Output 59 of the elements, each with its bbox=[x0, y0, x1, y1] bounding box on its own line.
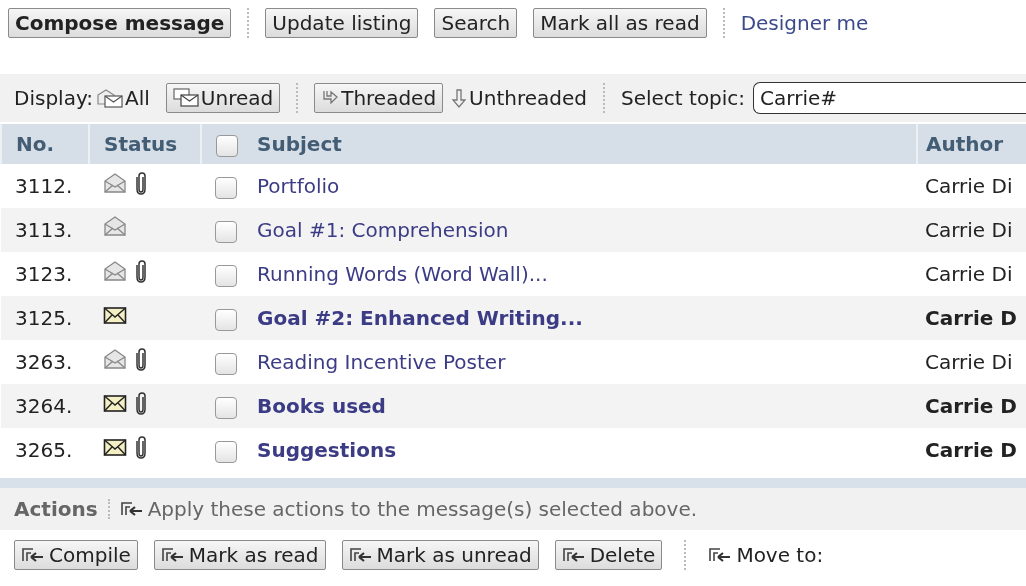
author-cell: Carrie Di bbox=[917, 340, 1026, 384]
subject-link[interactable]: Books used bbox=[257, 394, 386, 418]
toolbar-button[interactable]: Mark all as read bbox=[533, 8, 707, 38]
designer-link[interactable]: Designer me bbox=[740, 8, 869, 38]
message-number: 3263. bbox=[1, 340, 89, 384]
author-cell: Carrie D bbox=[917, 384, 1026, 428]
author-cell: Carrie Di bbox=[917, 252, 1026, 296]
row-checkbox[interactable] bbox=[215, 264, 237, 287]
filter-option[interactable]: All bbox=[97, 83, 150, 113]
message-number: 3113. bbox=[1, 208, 89, 252]
topic-select[interactable]: Carrie# bbox=[753, 82, 1026, 114]
row-checkbox[interactable] bbox=[215, 396, 237, 419]
action-button[interactable]: Delete bbox=[554, 540, 663, 570]
display-label: Display: bbox=[14, 85, 93, 112]
select-all-checkbox[interactable] bbox=[216, 134, 238, 157]
action-arrow-icon bbox=[561, 547, 586, 563]
envelopes-icon bbox=[97, 88, 123, 108]
row-checkbox[interactable] bbox=[215, 176, 237, 199]
column-header: Author bbox=[917, 124, 1026, 164]
message-number: 3112. bbox=[1, 164, 89, 208]
message-number: 3264. bbox=[1, 384, 89, 428]
action-arrow-icon bbox=[160, 547, 185, 563]
message-number: 3125. bbox=[1, 296, 89, 340]
row-checkbox[interactable] bbox=[215, 308, 237, 331]
filter-option[interactable]: Unread bbox=[165, 83, 281, 113]
column-header: Status bbox=[89, 124, 201, 164]
action-button[interactable]: Mark as unread bbox=[341, 540, 539, 570]
message-number: 3265. bbox=[1, 428, 89, 472]
subject-link[interactable]: Portfolio bbox=[257, 174, 340, 198]
row-checkbox[interactable] bbox=[215, 220, 237, 243]
action-button[interactable]: Compile bbox=[14, 540, 138, 570]
actions-hint: Apply these actions to the message(s) selected above. bbox=[147, 496, 698, 523]
toolbar-button[interactable]: Search bbox=[434, 8, 518, 38]
author-cell: Carrie D bbox=[917, 428, 1026, 472]
subject-link[interactable]: Suggestions bbox=[257, 438, 397, 462]
actions-label: Actions bbox=[14, 496, 98, 523]
message-number: 3123. bbox=[1, 252, 89, 296]
column-header: Subject bbox=[253, 124, 917, 164]
move-to-label: Move to: bbox=[736, 542, 824, 569]
action-arrow-icon bbox=[21, 547, 45, 563]
author-cell: Carrie Di bbox=[917, 208, 1026, 252]
filter-option[interactable]: Unthreaded bbox=[451, 83, 587, 113]
author-cell: Carrie Di bbox=[917, 164, 1026, 208]
subject-link[interactable]: Running Words (Word Wall)... bbox=[257, 262, 548, 286]
action-arrow-icon bbox=[708, 547, 733, 563]
subject-link[interactable]: Reading Incentive Poster bbox=[257, 350, 506, 374]
action-arrow-icon bbox=[119, 501, 144, 517]
action-button[interactable]: Mark as read bbox=[153, 540, 326, 570]
column-header: No. bbox=[1, 124, 89, 164]
envelopes-icon bbox=[172, 88, 199, 108]
author-cell: Carrie D bbox=[917, 296, 1026, 340]
filter-option[interactable]: Threaded bbox=[314, 83, 444, 113]
compose-button[interactable]: Compose message bbox=[8, 8, 232, 38]
row-checkbox[interactable] bbox=[215, 352, 237, 375]
action-arrow-icon bbox=[348, 547, 373, 563]
row-checkbox[interactable] bbox=[215, 440, 237, 463]
topic-label: Select topic: bbox=[621, 85, 746, 112]
toolbar-button[interactable]: Update listing bbox=[265, 8, 419, 38]
down-arrow-icon bbox=[451, 88, 468, 108]
